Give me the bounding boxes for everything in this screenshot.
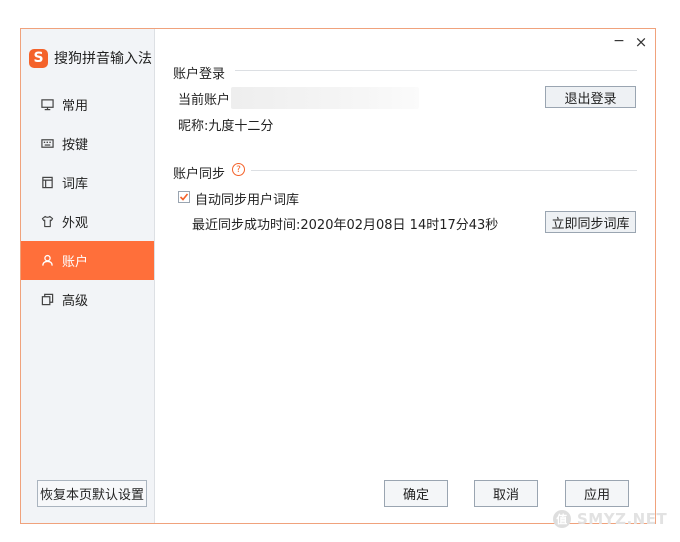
last-sync-time: 最近同步成功时间:2020年02月08日 14时17分43秒 — [192, 218, 499, 233]
section-divider — [251, 170, 637, 171]
sidebar-item-keys[interactable]: 按键 — [21, 124, 154, 163]
auto-sync-label[interactable]: 自动同步用户词库 — [195, 189, 299, 208]
shirt-icon — [40, 215, 54, 229]
settings-window: S 搜狗拼音输入法 常用 按键 词库 外观 账户 高级 恢复本页默认设置 − ×… — [20, 28, 656, 524]
sidebar-item-label: 词库 — [62, 177, 89, 192]
ok-button[interactable]: 确定 — [384, 480, 448, 507]
book-icon — [40, 176, 54, 190]
keyboard-icon — [40, 137, 54, 151]
auto-sync-checkbox[interactable] — [178, 191, 190, 203]
watermark-badge-icon: 值 — [553, 510, 571, 528]
current-account-label: 当前账户: — [178, 93, 235, 108]
section-title-account-sync: 账户同步 — [173, 167, 226, 182]
sync-now-button[interactable]: 立即同步词库 — [545, 211, 636, 233]
sogou-logo-icon: S — [29, 48, 48, 68]
sidebar-item-account[interactable]: 账户 — [21, 241, 154, 280]
app-logo: S 搜狗拼音输入法 — [29, 47, 152, 69]
sidebar-item-label: 外观 — [62, 216, 89, 231]
sidebar-item-label: 常用 — [62, 99, 89, 114]
sidebar-item-label: 按键 — [62, 138, 89, 153]
logout-button[interactable]: 退出登录 — [545, 86, 636, 108]
reset-defaults-button[interactable]: 恢复本页默认设置 — [37, 480, 147, 507]
cancel-button[interactable]: 取消 — [474, 480, 538, 507]
sidebar-item-lexicon[interactable]: 词库 — [21, 163, 154, 202]
checkmark-icon — [179, 193, 189, 201]
sidebar-item-common[interactable]: 常用 — [21, 85, 154, 124]
apply-button[interactable]: 应用 — [565, 480, 629, 507]
nickname-text: 昵称:九度十二分 — [178, 119, 274, 134]
blurred-account-value — [231, 87, 419, 109]
minimize-button[interactable]: − — [611, 33, 627, 49]
section-divider — [235, 70, 637, 71]
sidebar-item-label: 高级 — [62, 294, 89, 309]
close-button[interactable]: × — [633, 33, 649, 51]
sidebar-item-appearance[interactable]: 外观 — [21, 202, 154, 241]
section-title-account-login: 账户登录 — [173, 67, 226, 82]
layers-icon — [40, 293, 54, 307]
sidebar-item-advanced[interactable]: 高级 — [21, 280, 154, 319]
sidebar: S 搜狗拼音输入法 常用 按键 词库 外观 账户 高级 恢复本页默认设置 — [21, 29, 155, 523]
sidebar-item-label: 账户 — [62, 255, 89, 270]
user-icon — [40, 254, 54, 268]
sidebar-nav: 常用 按键 词库 外观 账户 高级 — [21, 85, 154, 319]
site-watermark: 值 SMYZ.NET — [553, 510, 667, 528]
monitor-icon — [40, 98, 54, 112]
app-name: 搜狗拼音输入法 — [54, 51, 152, 67]
help-icon[interactable]: ? — [232, 163, 245, 176]
watermark-text: SMYZ.NET — [577, 510, 668, 528]
